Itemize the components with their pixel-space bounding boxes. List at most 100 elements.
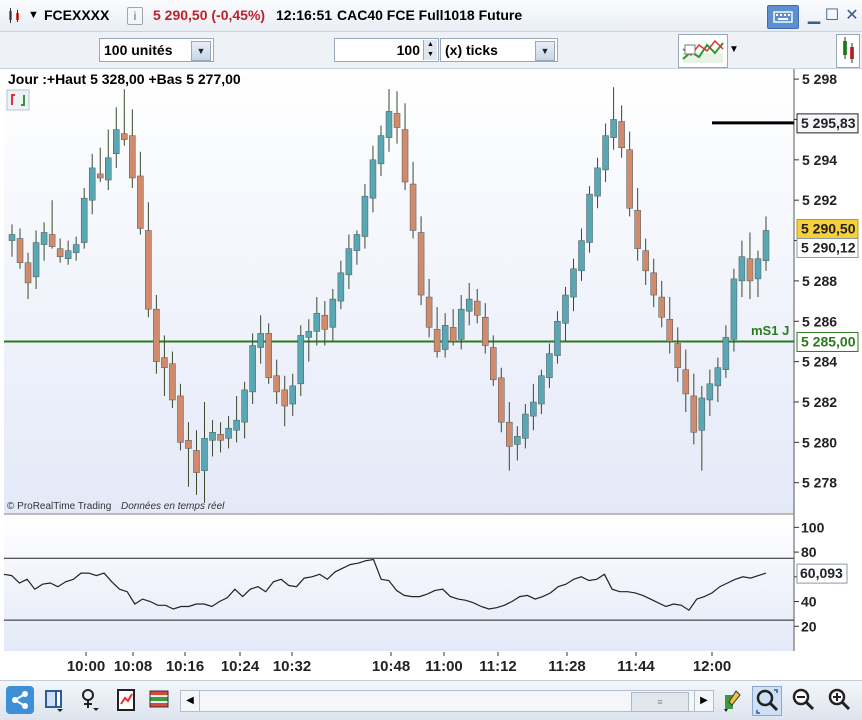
candle-body [8, 234, 16, 241]
time-tick-label: 11:12 [479, 658, 517, 675]
candle-body [658, 296, 665, 318]
refresh-icon[interactable] [6, 89, 30, 111]
candle-body [417, 232, 425, 296]
osc-tick-label: 80 [801, 544, 817, 560]
candle-body [666, 319, 673, 342]
ticks-count-input[interactable]: 100 ▲ ▼ [334, 38, 439, 62]
candle-body [185, 440, 192, 449]
chart-type-icon[interactable] [836, 34, 860, 68]
candle-body [265, 333, 272, 379]
zoom-in-icon[interactable] [825, 686, 853, 714]
osc-tick-label: 40 [801, 594, 817, 610]
price-tick-label: 5 288 [802, 273, 837, 289]
units-select[interactable]: 100 unités ▼ [99, 38, 214, 62]
price-tick-label: 5 278 [802, 475, 837, 491]
candle-body [626, 149, 633, 209]
pointer-icon[interactable] [76, 686, 104, 714]
orders-icon[interactable] [146, 686, 174, 714]
chart-toolbar: 100 unités ▼ 100 ▲ ▼ (x) ticks ▼ ▼ [0, 32, 862, 69]
candle-body [48, 234, 56, 247]
indicators-icon[interactable] [678, 34, 728, 68]
clock-time: 12:16:51 [276, 7, 333, 23]
chart-area[interactable]: 5 2985 2965 2945 2925 2905 2885 2865 284… [0, 69, 862, 651]
oscillator-panel [4, 515, 794, 651]
candle-body [473, 300, 481, 316]
time-tick-label: 11:00 [425, 658, 463, 675]
candle-body [538, 375, 545, 405]
level-label: mS1 J [751, 323, 789, 338]
candle-body [353, 234, 361, 251]
candle-body [249, 345, 256, 393]
chevron-down-icon[interactable]: ▼ [535, 41, 555, 61]
candle-body [321, 314, 329, 330]
ticks-stepper-icon[interactable]: ▲ ▼ [423, 40, 437, 60]
info-icon[interactable]: i [127, 7, 143, 25]
horizontal-scrollbar[interactable]: ◀ ≡ ▶ [180, 690, 714, 712]
candle-body [578, 240, 585, 272]
candle-body [393, 113, 401, 128]
menu-chevron-icon[interactable]: ▼ [28, 9, 39, 21]
candle-body [137, 175, 144, 229]
time-tick-label: 10:24 [221, 658, 260, 675]
candle-body [522, 413, 529, 439]
candle-body [40, 232, 48, 245]
candle-body [121, 133, 128, 140]
candle-body [457, 308, 465, 340]
candle-body [650, 272, 657, 296]
candle-body [738, 256, 746, 282]
chevron-down-icon[interactable]: ▼ [191, 41, 211, 61]
time-tick-label: 12:00 [693, 658, 731, 675]
scroll-left-icon[interactable]: ◀ [181, 691, 200, 711]
candle-body [64, 250, 72, 259]
candle-body [72, 244, 80, 253]
candle-body [24, 262, 32, 284]
layout-icon[interactable] [40, 686, 68, 714]
candle-body [113, 129, 120, 155]
symbol-label[interactable]: FCEXXXX [44, 7, 109, 23]
candle-body [337, 272, 345, 302]
candle-body [313, 312, 321, 332]
chevron-down-icon[interactable]: ▼ [727, 34, 741, 66]
report-icon[interactable] [112, 686, 140, 714]
scroll-thumb[interactable]: ≡ [631, 692, 689, 712]
scroll-right-icon[interactable]: ▶ [694, 691, 713, 711]
candle-body [465, 298, 473, 312]
candlestick-app-icon [9, 8, 19, 23]
keyboard-icon[interactable] [767, 5, 799, 29]
candle-body [441, 325, 449, 350]
candle-body [217, 434, 224, 441]
candle-body [241, 389, 248, 423]
price-tick-label: 5 292 [802, 192, 837, 208]
marker-price-box: 5 295,83 [801, 115, 856, 131]
share-icon[interactable] [6, 686, 34, 714]
candle-body [498, 377, 505, 423]
time-axis: 10:00 10:08 10:16 10:24 10:32 10:48 11:00 11:12… [0, 652, 795, 678]
candle-body [714, 367, 722, 387]
zoom-out-icon[interactable] [789, 686, 817, 714]
candle-body [554, 321, 561, 356]
price-tick-label: 5 286 [802, 313, 837, 329]
day-range-label: Jour :+Haut 5 328,00 +Bas 5 277,00 [8, 71, 241, 87]
candle-body [514, 436, 521, 445]
candle-body [409, 183, 417, 231]
candle-body [201, 438, 208, 471]
candle-body [345, 248, 353, 276]
candle-body [490, 347, 497, 381]
candle-body [690, 395, 698, 433]
ticks-mode-select[interactable]: (x) ticks ▼ [440, 38, 558, 62]
candle-body [225, 427, 232, 439]
candle-body [177, 395, 184, 443]
price-tick-label: 5 280 [802, 434, 837, 450]
zoom-fit-icon[interactable] [752, 686, 782, 716]
close-icon[interactable]: ✕ [838, 5, 862, 27]
instrument-name: CAC40 FCE Full1018 Future [337, 7, 523, 23]
units-select-value: 100 unités [104, 42, 173, 58]
osc-tick-label: 20 [801, 618, 817, 634]
candle-body [193, 450, 200, 473]
candle-body [32, 242, 40, 278]
time-axis-svg: 10:00 10:08 10:16 10:24 10:32 10:48 11:00 11:12… [67, 652, 731, 675]
price-chart[interactable]: 5 2985 2965 2945 2925 2905 2885 2865 284… [0, 69, 862, 651]
candle-body [722, 337, 730, 370]
drawing-tools-icon[interactable] [718, 686, 746, 714]
candle-body [129, 135, 136, 179]
